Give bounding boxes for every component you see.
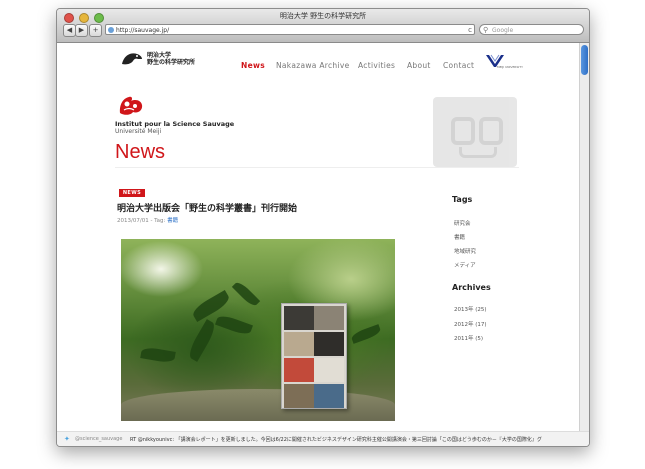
post-meta: 2013/07/01 - Tag: 書籍 <box>117 216 178 224</box>
browser-window: 明治大学 野生の科学研究所 ◀ ▶ + http://sauvage.jp/ c… <box>56 8 590 447</box>
post-title-link[interactable]: 明治大学出版会「野生の科学叢書」刊行開始 <box>117 201 297 214</box>
search-icon: ⚲ <box>483 26 489 34</box>
window-title: 明治大学 野生の科学研究所 <box>279 12 367 20</box>
reload-icon[interactable]: c <box>468 25 472 36</box>
twitter-bird-icon[interactable]: ✦ <box>64 435 70 443</box>
tags-heading: Tags <box>452 195 473 204</box>
forward-button[interactable]: ▶ <box>75 24 88 37</box>
url-text: http://sauvage.jp/ <box>116 27 170 34</box>
archive-link[interactable]: 2013年 (25) <box>454 305 487 313</box>
page-title: News <box>115 141 166 163</box>
archives-heading: Archives <box>452 283 491 292</box>
tweet-text[interactable]: RT @nikkyounivc: 「講演会レポート」を更新しました。今回は6/2… <box>130 436 585 443</box>
scrollbar-thumb[interactable] <box>581 45 588 75</box>
site-logo-text[interactable]: 明治大学 野生の科学研究所 <box>147 52 195 66</box>
post-tag-link[interactable]: 書籍 <box>167 218 178 224</box>
vertical-scrollbar[interactable] <box>579 43 589 431</box>
nav-activities[interactable]: Activities <box>358 61 395 70</box>
twitter-handle[interactable]: @science_sauvage <box>75 436 122 442</box>
tag-link[interactable]: 研究会 <box>454 219 471 227</box>
tag-link[interactable]: 書籍 <box>454 233 465 241</box>
nav-news[interactable]: News <box>241 61 265 70</box>
mask-decoration-icon <box>433 97 517 167</box>
institute-name: Institut pour la Science Sauvage <box>115 120 235 128</box>
nav-about[interactable]: About <box>407 61 431 70</box>
university-logo-text: MEIJI UNIVERSITY <box>497 65 523 69</box>
logo-line-1: 明治大学 <box>147 52 172 59</box>
search-input[interactable]: ⚲ Google <box>479 24 584 35</box>
logo-line-2: 野生の科学研究所 <box>147 59 196 66</box>
tag-link[interactable]: 地域研究 <box>454 247 476 255</box>
university-logo[interactable]: MEIJI UNIVERSITY <box>485 53 523 71</box>
nav-contact[interactable]: Contact <box>443 61 474 70</box>
address-bar[interactable]: http://sauvage.jp/ c <box>105 24 475 35</box>
twitter-ticker: ✦ @science_sauvage RT @nikkyounivc: 「講演会… <box>57 431 589 446</box>
add-bookmark-button[interactable]: + <box>89 24 102 37</box>
institute-subtitle: Université Meiji <box>115 128 162 135</box>
tag-link[interactable]: メディア <box>454 261 476 269</box>
post-photo[interactable] <box>121 239 395 421</box>
site-logo-icon[interactable] <box>121 51 143 65</box>
archive-link[interactable]: 2011年 (5) <box>454 334 483 342</box>
title-divider <box>115 167 519 168</box>
book-cover-image <box>281 303 347 409</box>
browser-toolbar: 明治大学 野生の科学研究所 ◀ ▶ + http://sauvage.jp/ c… <box>57 9 589 43</box>
archive-link[interactable]: 2012年 (17) <box>454 320 487 328</box>
search-placeholder: Google <box>492 27 514 34</box>
institute-logo-icon[interactable] <box>117 95 145 117</box>
web-page: 明治大学 野生の科学研究所 News Nakazawa Archive Acti… <box>57 43 578 433</box>
post-date: 2013/07/01 - Tag: <box>117 218 168 224</box>
globe-icon <box>108 27 114 33</box>
category-badge: NEWS <box>119 189 145 197</box>
nav-nakazawa-archive[interactable]: Nakazawa Archive <box>276 61 350 70</box>
